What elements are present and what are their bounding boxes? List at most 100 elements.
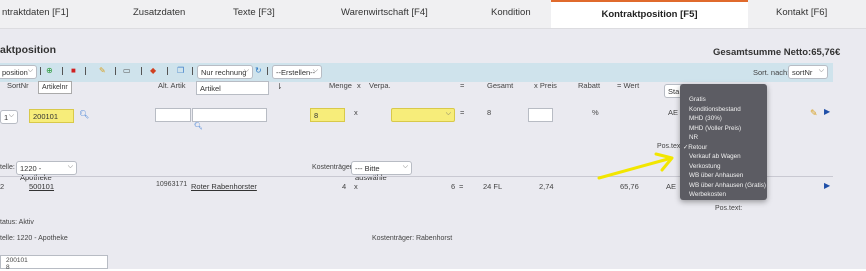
stelle-select[interactable]: 1220 - Apotheke ⌵ (16, 161, 77, 182)
toolbar-divider (62, 67, 63, 75)
col-sortnr: SortNr (7, 81, 29, 90)
chevron-down-icon: ⌵ (312, 67, 318, 74)
col-verpa: Verpa. (369, 81, 391, 90)
item-pos-text: Pos.text: (715, 205, 743, 212)
kostentraeger-select[interactable]: --- Bitte auswähle ⌵ (351, 161, 412, 182)
toolbar-divider (141, 67, 142, 75)
toolbar-divider (40, 67, 41, 75)
comment-icon[interactable]: ▭ (123, 66, 131, 75)
sort-select-value: sortNr (792, 68, 813, 77)
tab-kontakt[interactable]: Kontakt [F6] (776, 7, 827, 18)
sortnr-select[interactable]: 1 ⌵ (0, 110, 18, 124)
play-arrow-icon[interactable]: ▶ (824, 107, 830, 116)
item-kostentraeger: Kostenträger: Rabenhorst (372, 235, 453, 242)
rechnung-select[interactable]: Nur rechnung ⌵ (197, 65, 253, 79)
erstellen-select-value: --Erstellen-- (276, 68, 316, 77)
artikel-search-placeholder: Artikel (200, 84, 221, 93)
tab-kondition[interactable]: Kondition (491, 7, 531, 18)
col-menge: Menge (329, 81, 352, 90)
position-select[interactable]: position ⌵ (0, 65, 37, 79)
edit-pencil-icon[interactable]: ✎ (810, 108, 818, 119)
bottom-textarea-line2: 8 (6, 264, 10, 271)
col-gesamt: Gesamt (487, 81, 514, 90)
item-artikel-link[interactable]: Roter Rabenhorster (191, 182, 257, 191)
tab-kontraktdaten[interactable]: ntraktdaten [F1] (2, 7, 69, 18)
verpackung-select[interactable]: ⌵ (391, 108, 455, 122)
bottom-textarea-line1: 200101 (6, 257, 28, 264)
menge-input[interactable]: 8 (310, 108, 345, 122)
col-x: x (357, 81, 361, 90)
ae-label: AE (668, 108, 679, 117)
item-artikelnr-link[interactable]: 500101 (29, 182, 54, 191)
add-position-icon[interactable]: ⊕ (46, 66, 53, 75)
page-title: aktposition (0, 44, 57, 56)
chevron-down-icon: ⌵ (402, 163, 408, 170)
preis-input[interactable] (528, 108, 553, 122)
search-icon[interactable]: 🔍︎ (79, 110, 89, 119)
toolbar-divider (115, 67, 116, 75)
alt-artik-input[interactable] (155, 108, 191, 122)
equals-sign: = (460, 108, 465, 117)
multiply-sign: x (354, 108, 358, 117)
edit-pencil-icon[interactable]: ✎ (99, 66, 106, 75)
dropdown-option[interactable]: Werbekosten (689, 191, 726, 198)
tab-warenwirtschaft[interactable]: Warenwirtschaft [F4] (341, 7, 428, 18)
refresh-icon[interactable]: ↻ (255, 66, 262, 75)
artikel-input[interactable] (192, 108, 267, 122)
chevron-down-icon: ⌵ (27, 67, 33, 74)
tab-texte[interactable]: Texte [F3] (233, 7, 275, 18)
dropdown-option[interactable]: Konditionsbestand (689, 106, 741, 113)
chevron-down-icon: ⌵ (67, 163, 73, 170)
chevron-down-icon: ⌵ (8, 112, 14, 119)
delete-icon[interactable]: ■ (71, 66, 76, 75)
chevron-down-icon: ⌵ (243, 67, 249, 74)
item-nr: 2 (0, 182, 5, 191)
artikelnr-input[interactable]: 200101 (29, 109, 74, 123)
chevron-down-icon: ⌵ (818, 67, 824, 74)
col-rabatt: Rabatt (578, 81, 601, 90)
dropdown-option[interactable]: NR (689, 134, 698, 141)
dropdown-option[interactable]: MHD (Voller Preis) (689, 125, 741, 132)
pos-text-label: Pos.text (657, 143, 683, 150)
dropdown-option[interactable]: WB über Anhausen (689, 172, 743, 179)
item-equals: = (459, 182, 464, 191)
item-verpa: 6 (451, 182, 456, 191)
erstellen-select[interactable]: --Erstellen-- ⌵ (272, 65, 322, 79)
bookmark-icon[interactable]: ◆ (150, 66, 156, 75)
dropdown-option[interactable]: Verkostung (689, 163, 721, 170)
dropdown-option[interactable]: Verkauf ab Wagen (689, 153, 741, 160)
item-status: tatus: Aktiv (0, 219, 34, 226)
play-arrow-icon[interactable]: ▶ (824, 181, 830, 190)
artikelnr-value: 200101 (33, 112, 59, 121)
rechnung-select-value: Nur rechnung (201, 68, 247, 77)
item-alt-artik: 10963171 (156, 181, 188, 188)
copy-icon[interactable]: ❐ (177, 66, 184, 75)
kostentraeger-label: Kostenträger: (312, 164, 355, 171)
toolbar-divider (192, 67, 193, 75)
dropdown-option[interactable]: WB über Anhausen (Gratis) (689, 182, 766, 189)
item-multiply: x (354, 182, 358, 191)
positionsart-dropdown[interactable]: Gratis Konditionsbestand MHD (30%) MHD (Vol… (680, 84, 767, 200)
menge-value: 8 (314, 111, 319, 120)
kostentraeger-select-value: --- Bitte auswähle (355, 164, 387, 182)
status-select-value: Sta (668, 87, 680, 96)
item-gesamt: 24 FL (483, 182, 503, 191)
col-wert: = Wert (617, 81, 640, 90)
tooltip: Artikelnr (38, 81, 72, 94)
bottom-textarea[interactable]: 200101 8 (0, 255, 108, 271)
dropdown-option[interactable]: ✓Retour (683, 144, 707, 151)
item-stelle: telle: 1220 - Apotheke (0, 235, 68, 242)
artikel-search-input[interactable]: Artikel (196, 81, 269, 95)
filter-icon[interactable]: ⇂ (276, 82, 283, 91)
tab-zusatzdaten[interactable]: Zusatzdaten (133, 7, 185, 18)
sort-select[interactable]: sortNr ⌵ (788, 65, 828, 79)
search-icon[interactable]: 🔍︎ (194, 122, 203, 130)
sort-label: Sort. nach: (753, 68, 790, 77)
chevron-down-icon: ⌵ (445, 110, 451, 117)
tab-kontraktposition[interactable]: Kontraktposition [F5] (551, 0, 748, 28)
rabatt-percent: % (592, 108, 599, 117)
tab-kontraktposition-label: Kontraktposition [F5] (601, 9, 698, 20)
dropdown-option[interactable]: MHD (30%) (689, 115, 722, 122)
dropdown-option[interactable]: Gratis (689, 96, 706, 103)
item-menge: 4 (342, 182, 347, 191)
